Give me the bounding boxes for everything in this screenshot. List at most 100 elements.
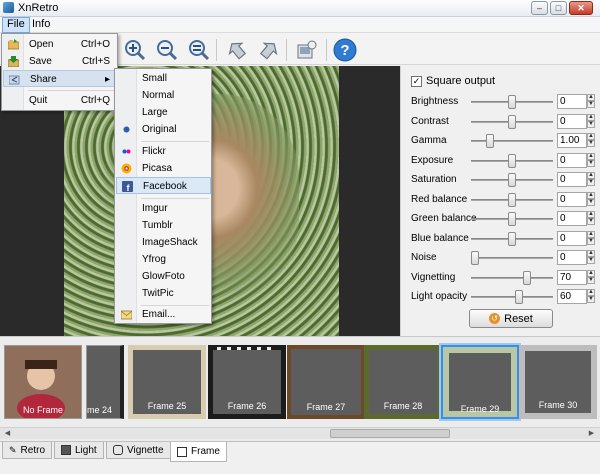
spin-down-icon[interactable]: ▼	[587, 296, 595, 303]
value-spinbox[interactable]: 70	[557, 269, 587, 285]
spin-down-icon[interactable]: ▼	[587, 159, 595, 167]
spin-up-icon[interactable]: ▲	[587, 172, 595, 179]
zoom-out-icon	[157, 40, 178, 61]
rotate-right-button[interactable]	[256, 37, 282, 63]
frame-thumb-24[interactable]: me 24	[86, 345, 124, 419]
frame-thumb-28[interactable]: Frame 28	[364, 345, 442, 419]
rotate-left-button[interactable]	[224, 37, 250, 63]
spin-up-icon[interactable]: ▲	[587, 289, 595, 296]
spin-up-icon[interactable]: ▲	[587, 230, 595, 238]
frame-thumb-27[interactable]: Frame 27	[287, 345, 365, 419]
help-button[interactable]: ?	[332, 37, 358, 63]
export-button[interactable]	[294, 37, 320, 63]
slider-thumb[interactable]	[515, 290, 524, 304]
spin-down-icon[interactable]: ▼	[587, 179, 595, 186]
spin-down-icon[interactable]: ▼	[587, 218, 595, 225]
slider-thumb[interactable]	[508, 212, 516, 226]
spin-up-icon[interactable]: ▲	[587, 250, 595, 257]
maximize-button[interactable]: □	[550, 1, 567, 15]
spin-down-icon[interactable]: ▼	[587, 276, 595, 284]
value-spinbox[interactable]: 0	[557, 250, 587, 265]
menu-item-open[interactable]: Open Ctrl+O	[3, 36, 116, 53]
spin-up-icon[interactable]: ▲	[587, 269, 595, 277]
spin-down-icon[interactable]: ▼	[587, 198, 595, 206]
frame-thumb-25[interactable]: Frame 25	[128, 345, 206, 419]
slider-track[interactable]	[471, 276, 553, 279]
square-output-checkbox[interactable]: ✓ Square output	[411, 75, 495, 87]
slider-track[interactable]	[471, 296, 553, 298]
share-facebook[interactable]: f Facebook	[116, 177, 211, 194]
reset-button[interactable]: ↺ Reset	[469, 309, 553, 328]
spin-up-icon[interactable]: ▲	[587, 133, 595, 140]
value-spinbox[interactable]: 0	[557, 211, 587, 226]
slider-thumb[interactable]	[508, 114, 516, 129]
share-yfrog[interactable]: Yfrog	[116, 251, 210, 268]
tab-light[interactable]: Light	[54, 442, 104, 459]
slider-track[interactable]	[471, 140, 553, 142]
share-tumblr[interactable]: Tumblr	[116, 217, 210, 234]
slider-thumb[interactable]	[508, 153, 516, 168]
slider-thumb[interactable]	[522, 270, 531, 285]
close-button[interactable]: ✕	[569, 1, 593, 15]
spin-down-icon[interactable]: ▼	[587, 257, 595, 264]
tab-retro[interactable]: ✎ Retro	[2, 442, 52, 459]
minimize-button[interactable]: –	[531, 1, 548, 15]
share-flickr[interactable]: Flickr	[116, 143, 210, 160]
menu-item-quit[interactable]: Quit Ctrl+Q	[3, 92, 116, 109]
frame-thumb-26[interactable]: Frame 26	[208, 345, 286, 419]
checkbox-box[interactable]: ✓	[411, 75, 422, 87]
zoom-fit-button[interactable]	[186, 37, 212, 63]
scroll-left-icon[interactable]: ◀	[2, 429, 13, 439]
share-email[interactable]: Email...	[116, 306, 210, 323]
value-spinbox[interactable]: 1.00	[557, 133, 587, 148]
app-icon	[3, 2, 14, 13]
scroll-right-icon[interactable]: ▶	[586, 429, 597, 439]
slider-thumb[interactable]	[471, 251, 479, 265]
frame-thumb-30[interactable]: Frame 30	[519, 345, 597, 419]
share-size-normal[interactable]: Normal	[116, 87, 210, 104]
tab-frame[interactable]: Frame	[170, 442, 227, 462]
share-imgur[interactable]: Imgur	[116, 200, 210, 217]
value-spinbox[interactable]: 0	[557, 113, 587, 129]
share-size-large[interactable]: Large	[116, 104, 210, 121]
spin-down-icon[interactable]: ▼	[587, 237, 595, 245]
slider-thumb[interactable]	[508, 173, 516, 187]
spin-up-icon[interactable]: ▲	[587, 94, 595, 101]
spin-down-icon[interactable]: ▼	[587, 101, 595, 108]
frame-scrollbar[interactable]: ◀ ▶	[0, 427, 600, 439]
spin-up-icon[interactable]: ▲	[587, 191, 595, 199]
value-spinbox[interactable]: 0	[557, 94, 587, 109]
value-spinbox[interactable]: 0	[557, 152, 587, 168]
slider-thumb[interactable]	[508, 95, 516, 109]
tab-vignette[interactable]: Vignette	[106, 442, 171, 459]
zoom-in-button[interactable]	[122, 37, 148, 63]
share-glowfoto[interactable]: GlowFoto	[116, 268, 210, 285]
slider-thumb[interactable]	[508, 192, 516, 207]
value-spinbox[interactable]: 0	[557, 172, 587, 187]
menu-item-save[interactable]: Save Ctrl+S	[3, 53, 116, 70]
scroll-thumb[interactable]	[330, 429, 450, 438]
slider-thumb[interactable]	[508, 231, 516, 246]
tab-label: Light	[75, 444, 97, 456]
value-spinbox[interactable]: 60	[557, 289, 587, 304]
frame-thumb-no-frame[interactable]: No Frame	[4, 345, 82, 422]
spin-down-icon[interactable]: ▼	[587, 140, 595, 147]
share-picasa[interactable]: Picasa	[116, 160, 210, 177]
menu-item-share[interactable]: Share ▸	[3, 70, 117, 87]
spin-up-icon[interactable]: ▲	[587, 152, 595, 160]
value-spinbox[interactable]: 0	[557, 191, 587, 207]
slider-thumb[interactable]	[485, 134, 494, 148]
frame-thumb-29-selected[interactable]: Frame 29	[439, 343, 521, 421]
share-twitpic[interactable]: TwitPic	[116, 285, 210, 302]
menu-info[interactable]: Info	[28, 17, 54, 33]
slider-track[interactable]	[471, 257, 553, 259]
spin-up-icon[interactable]: ▲	[587, 113, 595, 121]
share-imageshack[interactable]: ImageShack	[116, 234, 210, 251]
share-size-small[interactable]: Small	[116, 70, 210, 87]
spin-down-icon[interactable]: ▼	[587, 120, 595, 128]
share-size-original[interactable]: Original	[116, 121, 210, 138]
zoom-out-button[interactable]	[154, 37, 180, 63]
value-spinbox[interactable]: 0	[557, 230, 587, 246]
menu-file[interactable]: File	[2, 17, 30, 33]
spin-up-icon[interactable]: ▲	[587, 211, 595, 218]
